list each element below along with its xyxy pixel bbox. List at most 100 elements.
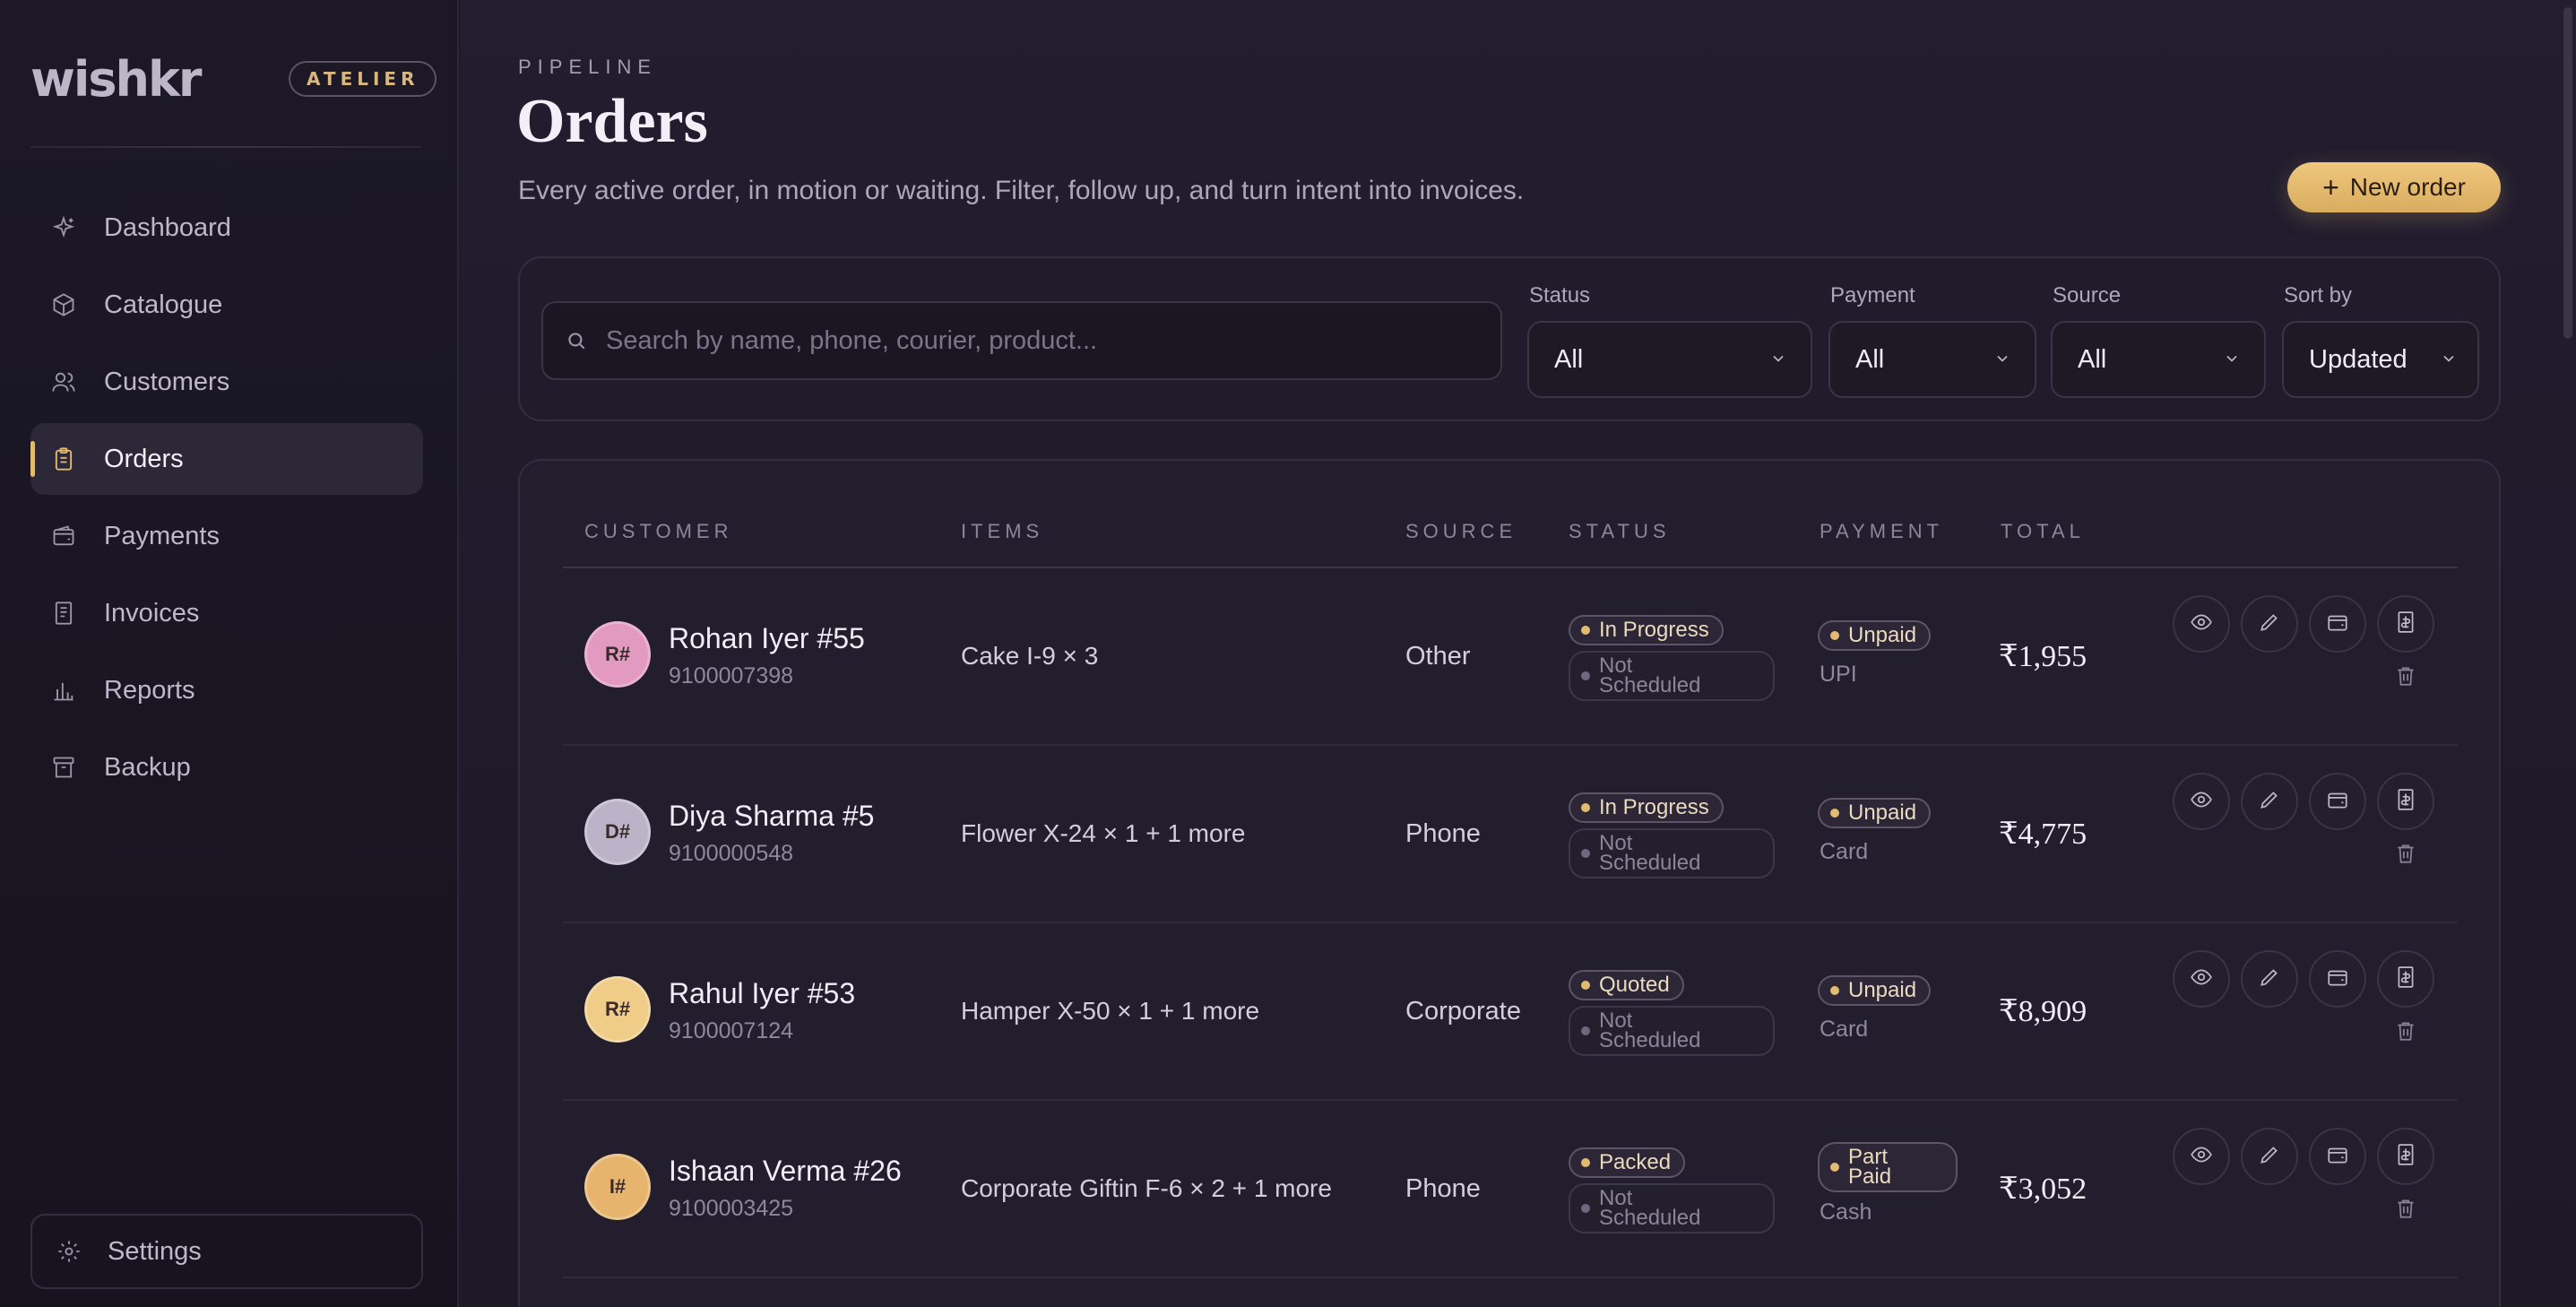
new-order-label: New order: [2349, 173, 2466, 201]
table-row[interactable]: R# Rahul Iyer #53 9100007124 Hamper X-50…: [563, 923, 2458, 1101]
brand-logo[interactable]: wishkr: [30, 51, 203, 108]
invoice-button[interactable]: [2377, 1128, 2434, 1185]
new-order-button[interactable]: + New order: [2287, 162, 2501, 212]
sidebar-item-orders[interactable]: Orders: [30, 423, 423, 495]
customer-name[interactable]: Diya Sharma #5: [669, 800, 874, 833]
column-header-items[interactable]: ITEMS: [961, 520, 1043, 543]
record-payment-button[interactable]: [2309, 595, 2366, 653]
order-source: Phone: [1405, 1174, 1481, 1203]
settings-button[interactable]: Settings: [30, 1214, 423, 1289]
status-dot: [1581, 803, 1590, 812]
column-header-customer[interactable]: CUSTOMER: [584, 520, 733, 543]
pencil-icon: [2258, 788, 2281, 816]
column-header-payment[interactable]: PAYMENT: [1820, 520, 1943, 543]
sidebar-item-invoices[interactable]: Invoices: [30, 577, 423, 649]
view-button[interactable]: [2173, 950, 2230, 1008]
invoice-button[interactable]: [2377, 950, 2434, 1008]
plus-icon: +: [2322, 171, 2339, 203]
sidebar-item-label: Invoices: [104, 598, 200, 628]
sidebar-item-catalogue[interactable]: Catalogue: [30, 269, 423, 341]
payment-select[interactable]: All: [1828, 321, 2036, 398]
sidebar-item-backup[interactable]: Backup: [30, 731, 423, 803]
status-filter-label: Status: [1529, 283, 1591, 307]
avatar: D#: [584, 799, 651, 865]
status-dot: [1581, 1158, 1590, 1167]
delete-button[interactable]: [2390, 1017, 2422, 1049]
delete-button[interactable]: [2390, 1194, 2422, 1226]
invoice-button[interactable]: [2377, 595, 2434, 653]
schedule-badge: Not Scheduled: [1569, 1006, 1775, 1056]
status-badge: In Progress: [1569, 792, 1724, 823]
payment-badge-label: Part Paid: [1848, 1147, 1891, 1188]
view-button[interactable]: [2173, 595, 2230, 653]
brand-badge: ATELIER: [289, 61, 437, 97]
status-dot: [1830, 631, 1839, 640]
customer-name[interactable]: Ishaan Verma #26: [669, 1155, 902, 1188]
eye-icon: [2190, 1143, 2213, 1171]
chevron-down-icon: [2440, 345, 2458, 375]
sidebar-item-reports[interactable]: Reports: [30, 654, 423, 726]
table-row[interactable]: D# Diya Sharma #5 9100000548 Flower X-24…: [563, 746, 2458, 923]
order-items: Flower X-24 × 1 + 1 more: [961, 819, 1246, 847]
status-dot: [1581, 671, 1590, 680]
sparkle-icon: [50, 214, 77, 241]
wallet-icon: [2326, 1143, 2349, 1171]
divider: [30, 146, 421, 148]
view-button[interactable]: [2173, 773, 2230, 830]
users-icon: [50, 368, 77, 395]
orders-table: CUSTOMER ITEMS SOURCE STATUS PAYMENT TOT…: [518, 459, 2501, 1307]
box-icon: [50, 291, 77, 318]
schedule-badge-label: Not Scheduled: [1599, 1010, 1701, 1052]
gear-icon: [56, 1238, 82, 1265]
bar-chart-icon: [50, 677, 77, 704]
sidebar-item-dashboard[interactable]: Dashboard: [30, 192, 423, 264]
column-header-total[interactable]: TOTAL: [2001, 520, 2085, 543]
source-filter-label: Source: [2053, 283, 2122, 307]
record-payment-button[interactable]: [2309, 950, 2366, 1008]
payment-badge-label: Unpaid: [1848, 801, 1917, 825]
column-header-source[interactable]: SOURCE: [1405, 520, 1517, 543]
table-row[interactable]: R# Rohan Iyer #55 9100007398 Cake I-9 × …: [563, 568, 2458, 746]
invoice-icon: [2394, 1143, 2417, 1171]
payment-badge-label: Unpaid: [1848, 978, 1917, 1002]
receipt-icon: [50, 600, 77, 627]
schedule-line-2: Scheduled: [1599, 1028, 1701, 1052]
record-payment-button[interactable]: [2309, 773, 2366, 830]
status-badge: Quoted: [1569, 970, 1684, 1000]
edit-button[interactable]: [2241, 773, 2298, 830]
schedule-badge-label: Not Scheduled: [1599, 1188, 1700, 1229]
search-input[interactable]: [606, 325, 1500, 356]
order-items: Corporate Giftin F-6 × 2 + 1 more: [961, 1174, 1332, 1202]
payment-badge: Unpaid: [1818, 798, 1932, 828]
sidebar-item-payments[interactable]: Payments: [30, 500, 423, 572]
chevron-down-icon: [1769, 345, 1787, 375]
view-button[interactable]: [2173, 1128, 2230, 1185]
delete-button[interactable]: [2390, 662, 2422, 694]
column-header-status[interactable]: STATUS: [1569, 520, 1671, 543]
schedule-badge: Not Scheduled: [1569, 828, 1775, 879]
schedule-badge: Not Scheduled: [1569, 1183, 1775, 1233]
invoice-button[interactable]: [2377, 773, 2434, 830]
customer-phone: 9100000548: [669, 841, 794, 866]
scrollbar-thumb[interactable]: [2563, 7, 2572, 339]
edit-button[interactable]: [2241, 950, 2298, 1008]
search-box[interactable]: [541, 301, 1502, 380]
source-select[interactable]: All: [2051, 321, 2266, 398]
scrollbar[interactable]: [2560, 0, 2576, 1307]
sidebar-item-customers[interactable]: Customers: [30, 346, 423, 418]
payment-badge: Part Paid: [1818, 1142, 1958, 1192]
payment-badge: Unpaid: [1818, 620, 1932, 651]
status-dot: [1581, 981, 1590, 990]
record-payment-button[interactable]: [2309, 1128, 2366, 1185]
main-content: PIPELINE Orders Every active order, in m…: [461, 0, 2576, 1307]
table-row[interactable]: I# Ishaan Verma #26 9100003425 Corporate…: [563, 1101, 2458, 1278]
customer-name[interactable]: Rohan Iyer #55: [669, 622, 865, 655]
edit-button[interactable]: [2241, 1128, 2298, 1185]
trash-icon: [2394, 664, 2417, 692]
customer-name[interactable]: Rahul Iyer #53: [669, 977, 855, 1010]
sort-select[interactable]: Updated: [2282, 321, 2479, 398]
edit-button[interactable]: [2241, 595, 2298, 653]
status-select[interactable]: All: [1527, 321, 1812, 398]
status-badge-label: Quoted: [1599, 973, 1670, 997]
delete-button[interactable]: [2390, 839, 2422, 871]
